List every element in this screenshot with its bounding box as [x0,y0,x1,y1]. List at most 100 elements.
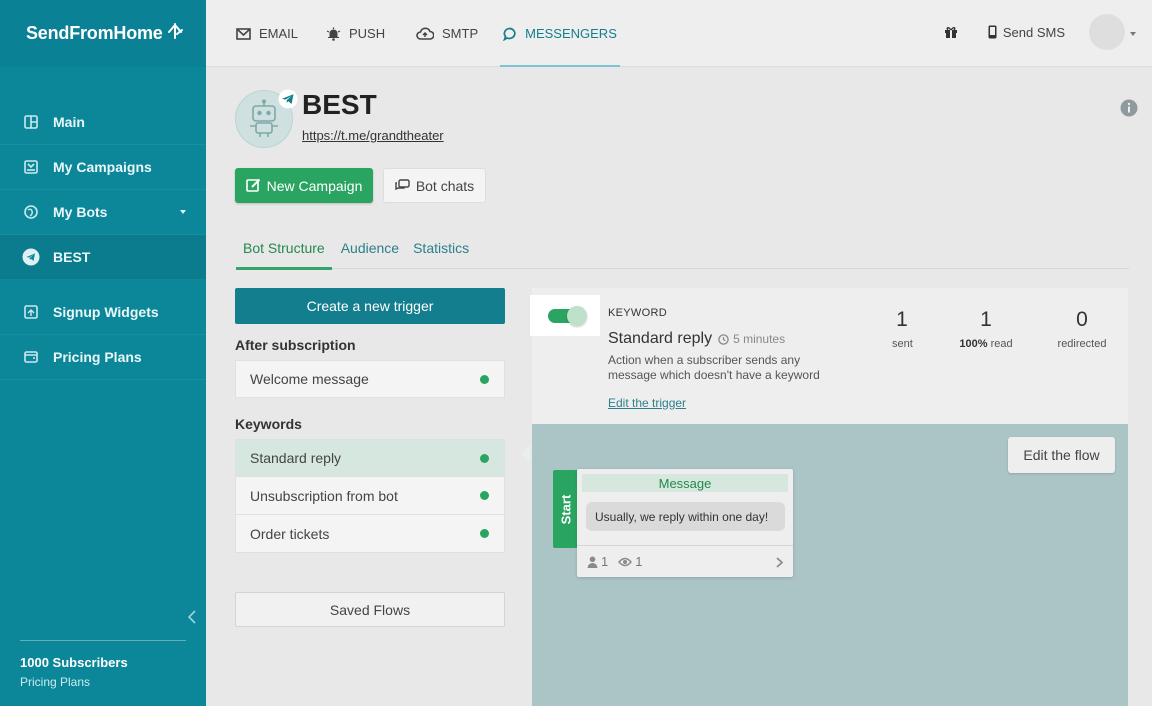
subscriber-count: 1000 Subscribers [20,655,128,670]
list-item-label: Welcome message [250,371,369,387]
tab-bot-structure[interactable]: Bot Structure [236,227,332,270]
saved-flows-button[interactable]: Saved Flows [235,592,505,627]
tab-label: EMAIL [259,26,299,41]
sidebar-item-best[interactable]: BEST [0,235,206,280]
bell-icon [326,27,341,41]
start-label: Start [558,494,573,524]
robot-icon [250,99,278,137]
user-avatar[interactable] [1089,14,1125,50]
stat-label: 100% read [959,338,1013,350]
brand-name: SendFromHome [26,23,163,43]
pricing-plans-link[interactable]: Pricing Plans [20,675,186,689]
chats-icon [395,179,410,192]
message-card-footer: 1 1 [577,545,793,577]
cloud-upload-icon [416,27,434,40]
paper-plane-logo-icon [166,22,184,45]
email-icon [236,27,251,40]
keywords-title: Keywords [235,416,302,432]
status-dot [480,454,489,463]
main-content: BEST https://t.me/grandtheater New Campa… [206,67,1152,706]
trigger-title: Standard reply 5 minutes [608,330,785,348]
trigger-panel: KEYWORD Standard reply 5 minutes Action … [530,288,1128,706]
after-subscription-title: After subscription [235,337,356,353]
sidebar-item-label: Signup Widgets [53,304,159,320]
sidebar-footer: 1000 Subscribers Pricing Plans [20,640,186,689]
tab-email[interactable]: EMAIL [236,0,326,67]
list-item[interactable]: Standard reply [235,439,505,477]
list-item[interactable]: Unsubscription from bot [235,477,505,515]
status-dot [480,529,489,538]
trigger-delay-text: 5 minutes [733,332,786,346]
campaigns-icon [22,158,40,176]
stat-value: 1 [980,308,992,331]
bot-chats-label: Bot chats [415,177,475,194]
eye-icon [618,557,633,567]
top-bar: EMAIL PUSH SMTP MESSENGERS Send SMS [206,0,1152,67]
tab-push[interactable]: PUSH [326,0,416,67]
trigger-delay: 5 minutes [718,332,785,346]
toggle-switch[interactable] [548,305,587,326]
trigger-type-label: KEYWORD [608,307,667,319]
sidebar: SendFromHome Main My Campaigns My Bots B… [0,0,206,706]
sidebar-item-pricing-plans[interactable]: Pricing Plans [0,335,206,380]
create-trigger-button[interactable]: Create a new trigger [235,288,505,324]
sidebar-item-my-campaigns[interactable]: My Campaigns [0,145,206,190]
status-dot [480,491,489,500]
bot-chats-button[interactable]: Bot chats [383,168,486,203]
status-dot [480,375,489,384]
stat-redirected: 0 redirected [1052,308,1112,350]
list-item[interactable]: Order tickets [235,515,505,553]
collapse-sidebar-icon[interactable] [187,610,196,629]
bot-link[interactable]: https://t.me/grandtheater [302,128,444,143]
selection-pointer [521,445,530,463]
widget-icon [22,303,40,321]
stat-sent: 1 sent [892,308,913,350]
sidebar-nav: Main My Campaigns My Bots BEST Signup Wi… [0,100,206,380]
sidebar-item-signup-widgets[interactable]: Signup Widgets [0,290,206,335]
tab-smtp[interactable]: SMTP [416,0,500,67]
user-icon [587,556,598,568]
chevron-down-icon[interactable] [1130,32,1136,36]
sidebar-item-my-bots[interactable]: My Bots [0,190,206,235]
bot-subtabs: Bot Structure Audience Statistics [236,227,1129,270]
new-campaign-button[interactable]: New Campaign [235,168,373,203]
chevron-down-icon[interactable] [180,210,186,214]
send-sms-button[interactable]: Send SMS [988,25,1065,40]
stat-value: 0 [1076,308,1088,331]
phone-icon [988,25,997,39]
gift-icon[interactable] [944,25,958,39]
edit-trigger-link[interactable]: Edit the trigger [608,396,686,410]
tab-statistics[interactable]: Statistics [406,227,476,269]
trigger-toggle[interactable] [530,295,600,336]
top-bar-right: Send SMS [944,14,1136,50]
flow-canvas[interactable]: Edit the flow Start Message Usually, we … [532,424,1128,706]
channel-tabs: EMAIL PUSH SMTP MESSENGERS [236,0,620,67]
sidebar-item-label: BEST [53,249,91,265]
tab-audience[interactable]: Audience [334,227,406,269]
wallet-icon [22,348,40,366]
chevron-right-icon[interactable] [776,556,784,571]
list-item[interactable]: Welcome message [235,360,505,398]
message-card[interactable]: Message Usually, we reply within one day… [577,469,793,577]
tab-messengers[interactable]: MESSENGERS [500,0,620,67]
tab-label: MESSENGERS [525,26,617,41]
send-sms-label: Send SMS [1002,24,1065,40]
brand-logo[interactable]: SendFromHome [0,0,206,67]
sidebar-item-label: Pricing Plans [53,349,142,365]
flow-start-node[interactable]: Start [553,470,578,548]
chat-icon [503,27,517,41]
stat-label: redirected [1057,338,1107,350]
sidebar-item-label: My Campaigns [53,159,152,175]
stat-value: 1 [896,308,908,331]
stat-read: 1 100% read [951,308,1021,350]
new-campaign-label: New Campaign [266,177,363,194]
info-icon[interactable] [1120,99,1138,122]
sidebar-item-main[interactable]: Main [0,100,206,145]
tab-label: PUSH [349,26,386,41]
telegram-badge-icon [278,89,298,114]
list-item-label: Standard reply [250,450,342,466]
sidebar-item-label: Main [53,114,85,130]
tab-label: SMTP [442,26,479,41]
stat-label: sent [892,338,913,350]
edit-flow-button[interactable]: Edit the flow [1008,437,1115,473]
